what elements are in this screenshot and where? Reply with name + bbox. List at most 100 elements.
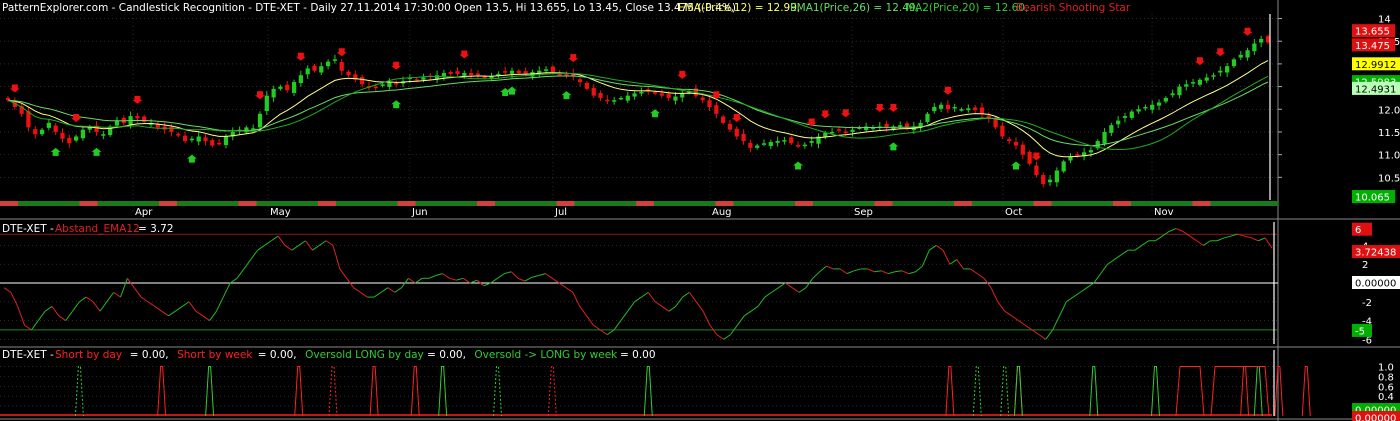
month-label: Nov [1154, 207, 1174, 218]
candle-body [60, 132, 65, 139]
candle-body [441, 72, 447, 77]
candle-body [1163, 97, 1168, 102]
candle-body [339, 62, 344, 71]
candle-body [33, 129, 38, 135]
candle-body [203, 137, 208, 142]
candle-body [700, 97, 705, 101]
header-ma20: MA2(Price,20) = 12.60, [906, 2, 1028, 14]
candle-body [564, 73, 569, 76]
candle-body [73, 136, 79, 141]
month-strip-segment [954, 201, 972, 206]
candle-body [182, 135, 188, 142]
candle-body [257, 113, 263, 128]
candle-body [1129, 111, 1134, 118]
candle-body [1020, 144, 1025, 155]
month-label: Apr [135, 207, 153, 218]
candle-body [39, 129, 45, 135]
candle-body [1150, 104, 1155, 110]
month-strip-segment [477, 201, 495, 206]
candle-body [1068, 156, 1073, 161]
candle-body [782, 140, 787, 142]
candle-body [1197, 79, 1203, 85]
candle-body [278, 86, 283, 89]
pane3-legend: Short by day = 0.00, Short by week = 0.00, O… [55, 349, 656, 361]
candle-body [1136, 109, 1141, 112]
candle-body [836, 129, 842, 131]
candle-body [1000, 125, 1005, 137]
month-strip-segment [715, 201, 734, 206]
candle-body [1061, 161, 1066, 172]
candle-body [448, 72, 453, 74]
candle-body [952, 107, 957, 109]
candle-body [652, 92, 658, 94]
candle-body [993, 118, 998, 128]
price-tick-label: 14 [1378, 15, 1391, 26]
month-strip-segment [238, 201, 257, 206]
price-tick-label: 11.5 [1378, 128, 1400, 139]
price-tick-label: 12.0 [1378, 105, 1400, 116]
pane3-legend-value: = 0.00, [130, 349, 169, 361]
month-strip-segment [874, 201, 893, 206]
candle-body [325, 61, 331, 67]
candle-body [802, 144, 807, 147]
candle-body [727, 123, 733, 130]
candle-body [966, 108, 971, 111]
axis-value-badge-text: 13.475 [1355, 41, 1390, 52]
candle-body [973, 107, 978, 111]
candle-body [850, 129, 855, 132]
pane3-legend-value: = 0.00 [620, 349, 656, 361]
month-strip-segment [636, 201, 654, 206]
candle-body [1088, 150, 1094, 153]
month-bar [0, 201, 1278, 206]
month-strip-segment [159, 201, 177, 206]
candle-body [1156, 102, 1162, 106]
candle-body [516, 70, 521, 73]
candle-body [1047, 179, 1053, 183]
candle-body [843, 131, 848, 133]
candle-body [612, 100, 617, 102]
candle-body [1259, 38, 1264, 43]
candle-body [346, 71, 351, 76]
candle-body [298, 75, 303, 83]
axis-value-badge-text: -5 [1355, 326, 1365, 337]
pane3-legend-value: = 0.00, [258, 349, 297, 361]
candle-body [285, 84, 290, 91]
candle-body [959, 109, 964, 111]
candle-body [1211, 75, 1216, 77]
candle-body [925, 113, 930, 122]
candle-body [618, 97, 624, 100]
candle-body [707, 100, 712, 107]
pane3-legend-name: Oversold LONG by day [305, 349, 424, 361]
candle-body [829, 131, 835, 134]
candle-body [761, 143, 767, 145]
candle-body [1034, 165, 1039, 176]
header-source: PatternExplorer.com - Candlestick Recogn… [2, 2, 736, 14]
header-ema26: EMA1(Price,26) = 12.49, [790, 2, 919, 14]
candle-body [979, 107, 985, 114]
candle-body [482, 76, 487, 79]
candle-body [53, 125, 58, 132]
month-label: Jun [411, 207, 428, 218]
candle-body [46, 122, 51, 128]
axis-value-badge-text: 12.4931 [1355, 84, 1396, 95]
candle-body [475, 73, 481, 75]
candle-body [1238, 54, 1243, 58]
candle-body [509, 70, 515, 74]
candle-body [1041, 175, 1046, 185]
candle-body [80, 129, 86, 139]
candle-body [462, 72, 467, 76]
candle-body [291, 82, 297, 93]
candle-body [884, 123, 889, 128]
candle-body [557, 73, 562, 76]
candle-body [1190, 82, 1196, 84]
candle-body [768, 141, 773, 147]
candle-body [1218, 70, 1223, 73]
pane2-name: Abstand_EMA12 [55, 223, 140, 235]
axis-value-badge-text: 0.00000 [1355, 279, 1396, 290]
pane3-legend-name: Short by day [55, 349, 122, 361]
candle-body [142, 116, 147, 122]
candle-body [1027, 151, 1032, 164]
month-label: Oct [1005, 207, 1022, 218]
candle-body [189, 138, 195, 141]
axis-value-badge-text: 3.72438 [1355, 248, 1396, 259]
